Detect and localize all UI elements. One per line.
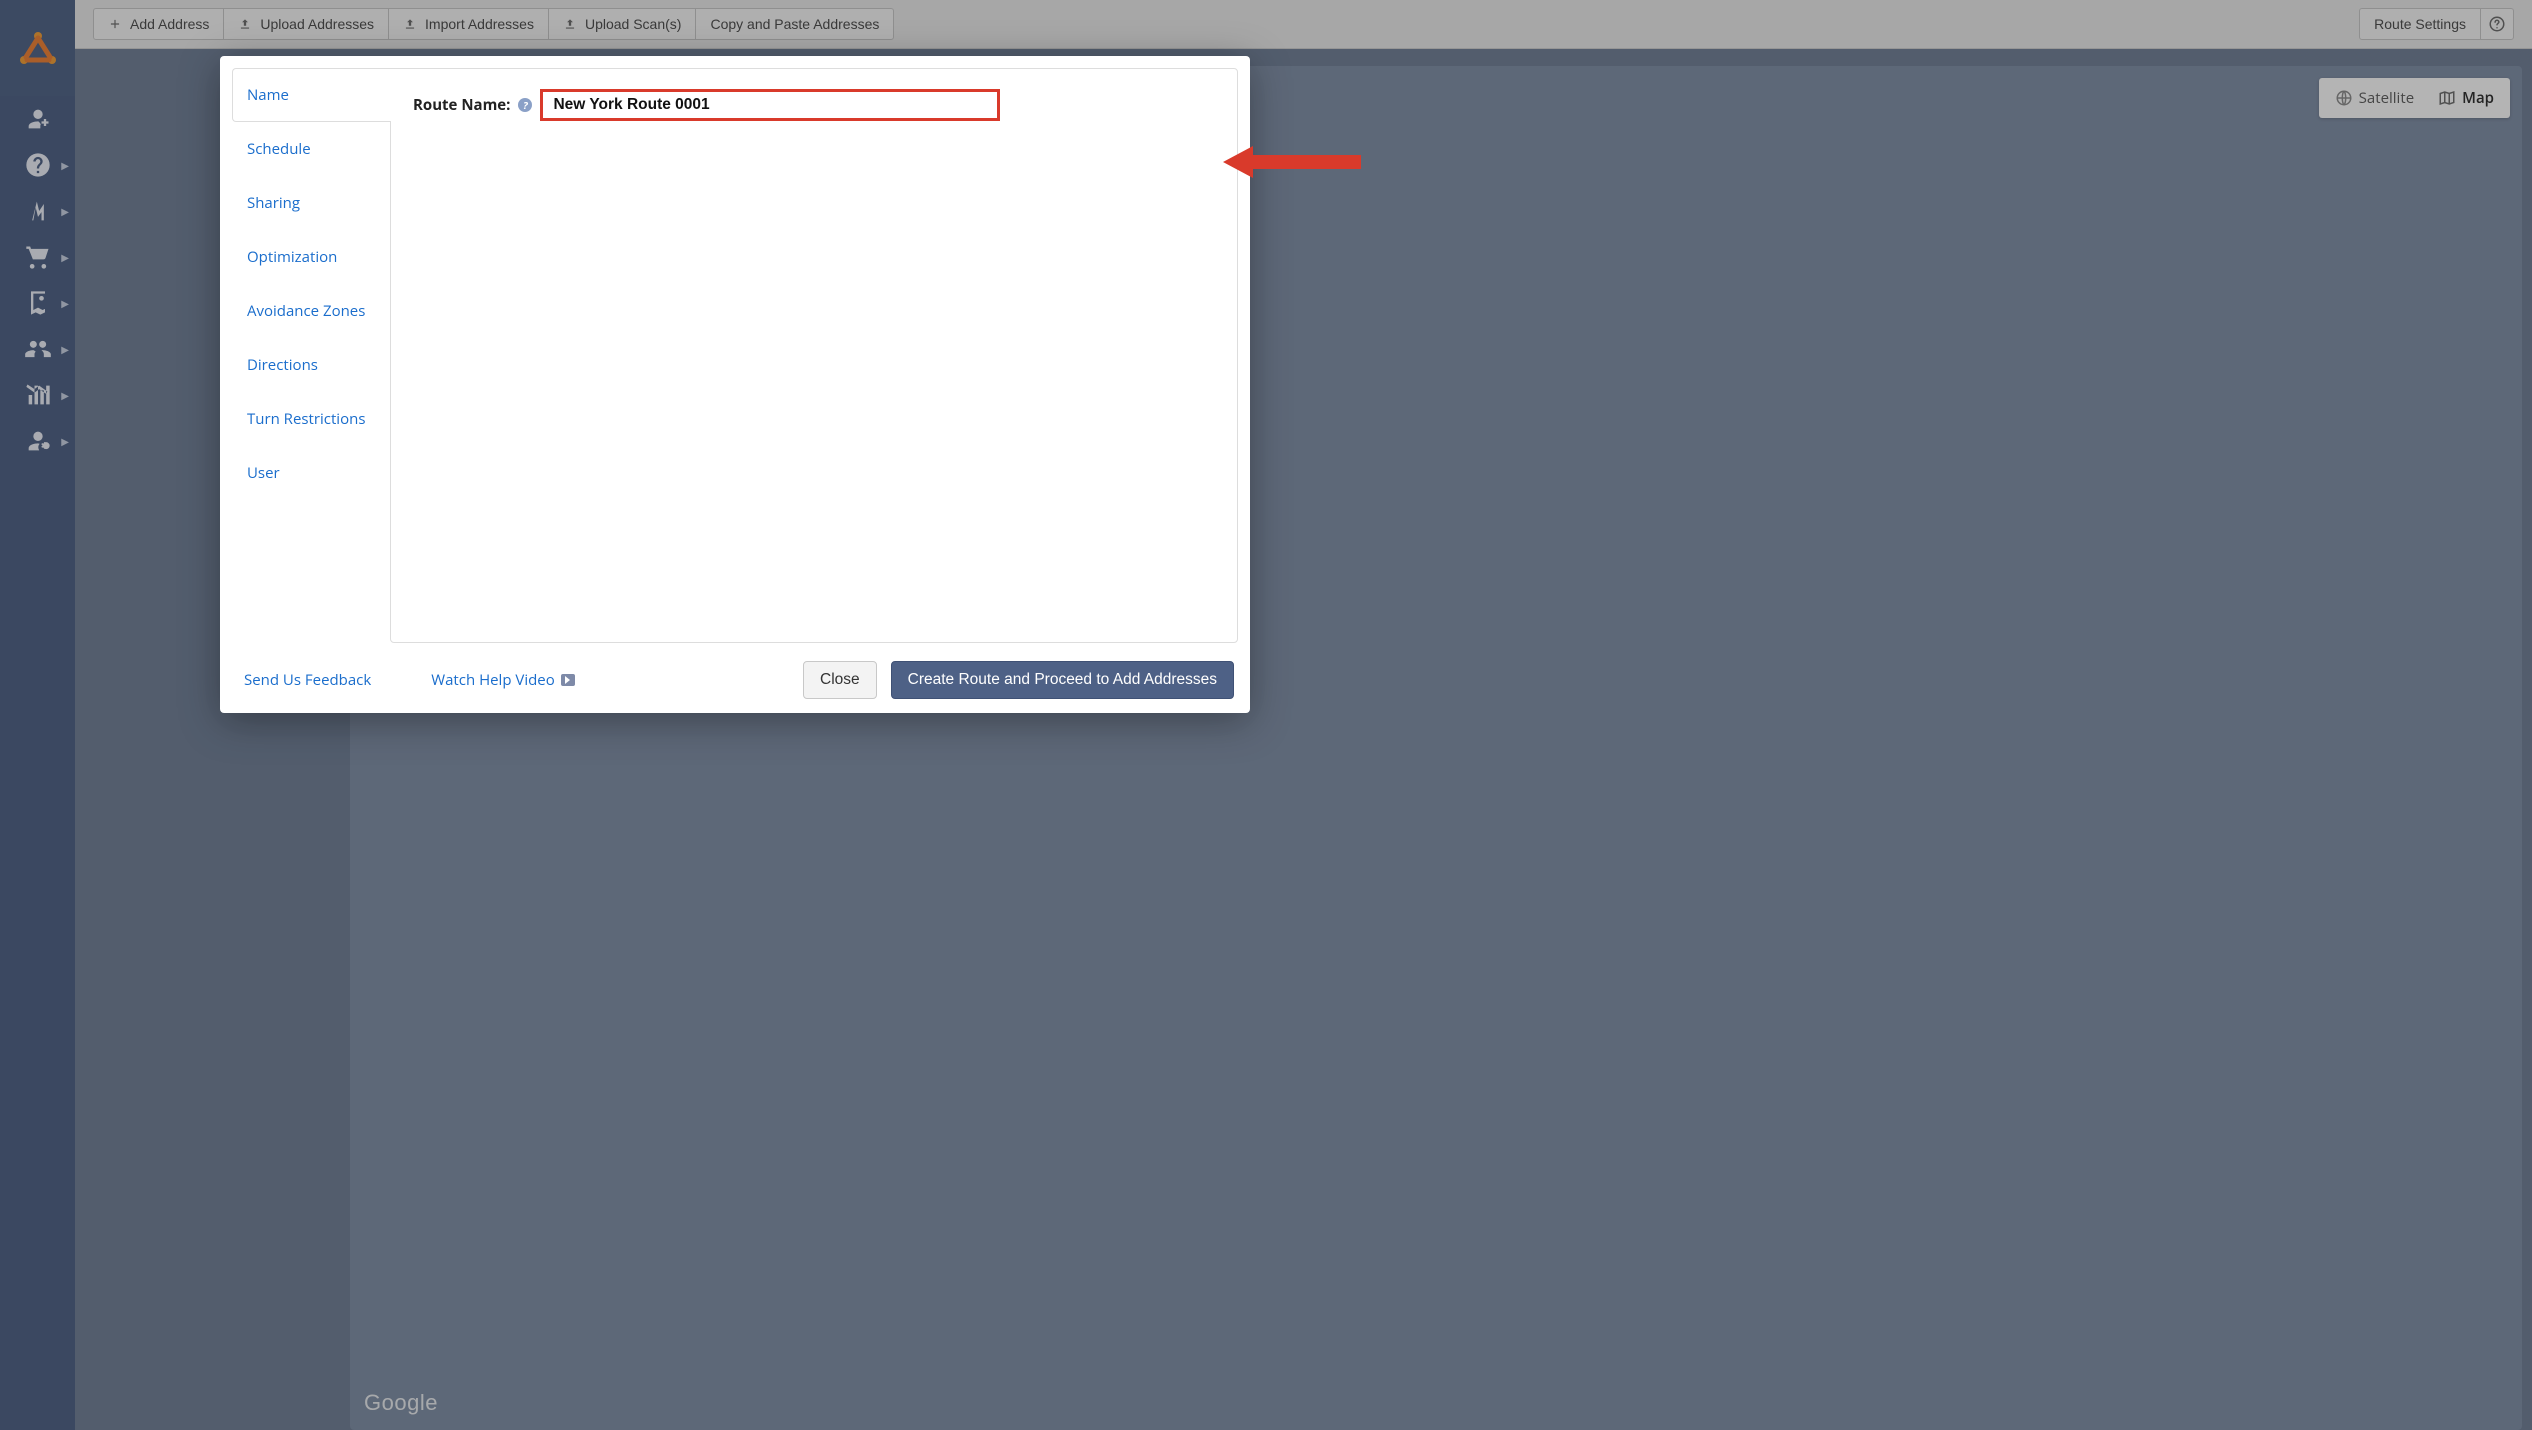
create-route-button[interactable]: Create Route and Proceed to Add Addresse… bbox=[891, 661, 1234, 699]
watch-help-video-link[interactable]: Watch Help Video bbox=[431, 670, 575, 690]
route-name-input[interactable] bbox=[540, 89, 1000, 121]
modal-tabs: Name Schedule Sharing Optimization Avoid… bbox=[232, 68, 390, 643]
modal-tab-schedule[interactable]: Schedule bbox=[232, 122, 390, 176]
modal-tab-directions[interactable]: Directions bbox=[232, 338, 390, 392]
tab-label: User bbox=[247, 463, 280, 483]
modal-panel: Route Name: ? bbox=[390, 68, 1238, 643]
route-name-row: Route Name: ? bbox=[413, 89, 1215, 121]
modal-footer: Send Us Feedback Watch Help Video Close … bbox=[220, 655, 1250, 713]
help-icon[interactable]: ? bbox=[518, 98, 532, 112]
tab-label: Avoidance Zones bbox=[247, 301, 365, 321]
link-label: Watch Help Video bbox=[431, 670, 555, 690]
link-label: Send Us Feedback bbox=[244, 670, 371, 690]
tab-label: Name bbox=[247, 85, 289, 105]
modal-tab-name[interactable]: Name bbox=[232, 68, 390, 122]
tab-label: Schedule bbox=[247, 139, 311, 159]
button-label: Close bbox=[820, 671, 860, 689]
tab-label: Sharing bbox=[247, 193, 300, 213]
modal-tab-optimization[interactable]: Optimization bbox=[232, 230, 390, 284]
tab-label: Turn Restrictions bbox=[247, 409, 365, 429]
tab-label: Directions bbox=[247, 355, 318, 375]
modal-tab-avoidance[interactable]: Avoidance Zones bbox=[232, 284, 390, 338]
modal-tab-turn-restrictions[interactable]: Turn Restrictions bbox=[232, 392, 390, 446]
modal-tab-sharing[interactable]: Sharing bbox=[232, 176, 390, 230]
video-icon bbox=[561, 674, 575, 686]
route-settings-modal: Name Schedule Sharing Optimization Avoid… bbox=[220, 56, 1250, 713]
route-name-label: Route Name: bbox=[413, 95, 510, 115]
button-label: Create Route and Proceed to Add Addresse… bbox=[908, 671, 1217, 689]
close-button[interactable]: Close bbox=[803, 661, 877, 699]
send-feedback-link[interactable]: Send Us Feedback bbox=[244, 670, 371, 690]
tab-label: Optimization bbox=[247, 247, 337, 267]
modal-tab-user[interactable]: User bbox=[232, 446, 390, 500]
